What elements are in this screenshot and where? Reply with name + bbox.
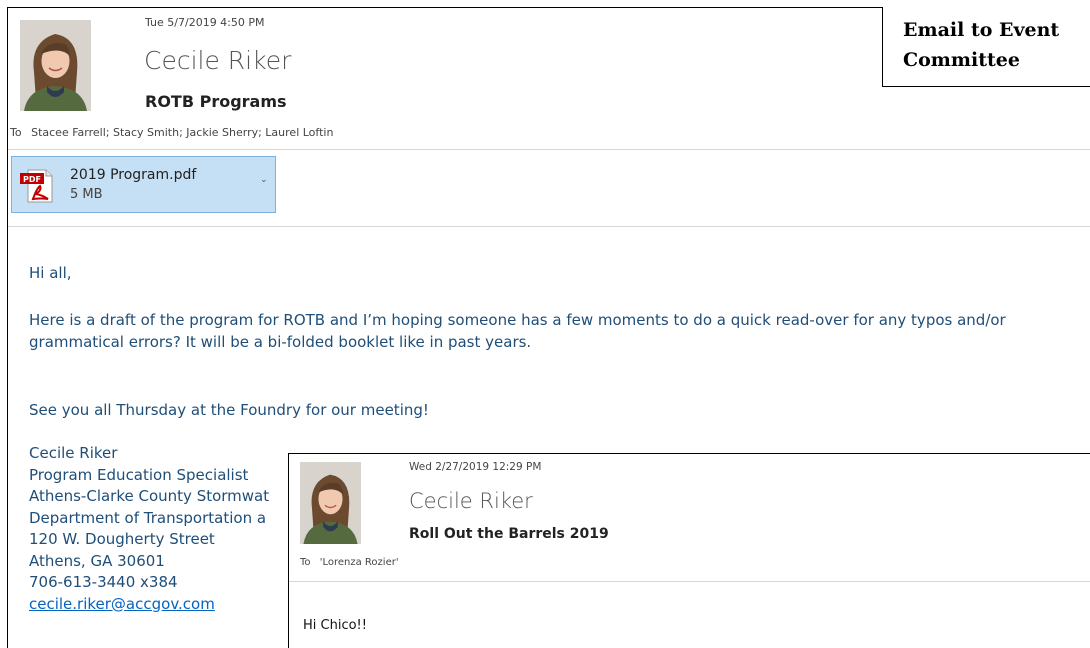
- chevron-down-icon[interactable]: ⌄: [260, 175, 268, 185]
- pdf-label: PDF: [23, 175, 41, 184]
- label-line-2: Committee: [903, 49, 1020, 71]
- email-greeting: Hi all,: [29, 264, 72, 282]
- inset-email-greeting: Hi Chico!!: [303, 618, 367, 633]
- signature-email-link[interactable]: cecile.riker@accgov.com: [29, 594, 269, 616]
- attachment-divider: [8, 226, 1090, 227]
- signature-org: Athens-Clarke County Stormwat: [29, 487, 270, 505]
- email-closing: See you all Thursday at the Foundry for …: [29, 401, 429, 419]
- inset-email-subject: Roll Out the Barrels 2019: [409, 526, 609, 542]
- attachment-name: 2019 Program.pdf: [70, 167, 197, 183]
- attachment-chip[interactable]: PDF 2019 Program.pdf 5 MB ⌄: [11, 156, 276, 213]
- inset-header-divider: [289, 581, 1090, 582]
- signature-title: Program Education Specialist: [29, 465, 249, 484]
- inset-recipients-list[interactable]: 'Lorenza Rozier': [320, 557, 399, 568]
- inset-recipients-line: To 'Lorenza Rozier': [300, 557, 399, 568]
- email-signature: Cecile Riker Program Education Specialis…: [29, 443, 269, 615]
- person-photo-icon: [300, 462, 361, 544]
- inset-email-window: Wed 2/27/2019 12:29 PM Cecile Riker Roll…: [288, 453, 1090, 648]
- recipients-list[interactable]: Stacee Farrell; Stacy Smith; Jackie Sher…: [31, 126, 333, 139]
- signature-street: 120 W. Dougherty Street: [29, 530, 215, 548]
- sender-name[interactable]: Cecile Riker: [144, 46, 291, 75]
- to-label: To: [10, 126, 22, 139]
- signature-dept: Department of Transportation a: [29, 508, 267, 527]
- signature-name: Cecile Riker: [29, 444, 118, 462]
- pdf-file-icon: PDF: [20, 169, 53, 203]
- header-divider: [8, 149, 1090, 150]
- inset-sender-name[interactable]: Cecile Riker: [409, 489, 533, 513]
- email-date: Tue 5/7/2019 4:50 PM: [145, 16, 265, 29]
- email-subject: ROTB Programs: [145, 92, 287, 111]
- inset-email-date: Wed 2/27/2019 12:29 PM: [409, 461, 542, 473]
- inset-sender-avatar[interactable]: [300, 462, 361, 544]
- sender-avatar[interactable]: [20, 20, 91, 111]
- signature-phone: 706-613-3440 x384: [29, 573, 178, 591]
- email-paragraph: Here is a draft of the program for ROTB …: [29, 311, 1006, 351]
- label-line-1: Email to Event: [903, 19, 1060, 41]
- email-label-box: Email to Event Committee: [882, 7, 1090, 87]
- person-photo-icon: [20, 20, 91, 111]
- inset-to-label: To: [300, 557, 311, 568]
- attachment-size: 5 MB: [70, 187, 103, 202]
- recipients-line: To Stacee Farrell; Stacy Smith; Jackie S…: [10, 126, 333, 139]
- signature-city: Athens, GA 30601: [29, 551, 165, 570]
